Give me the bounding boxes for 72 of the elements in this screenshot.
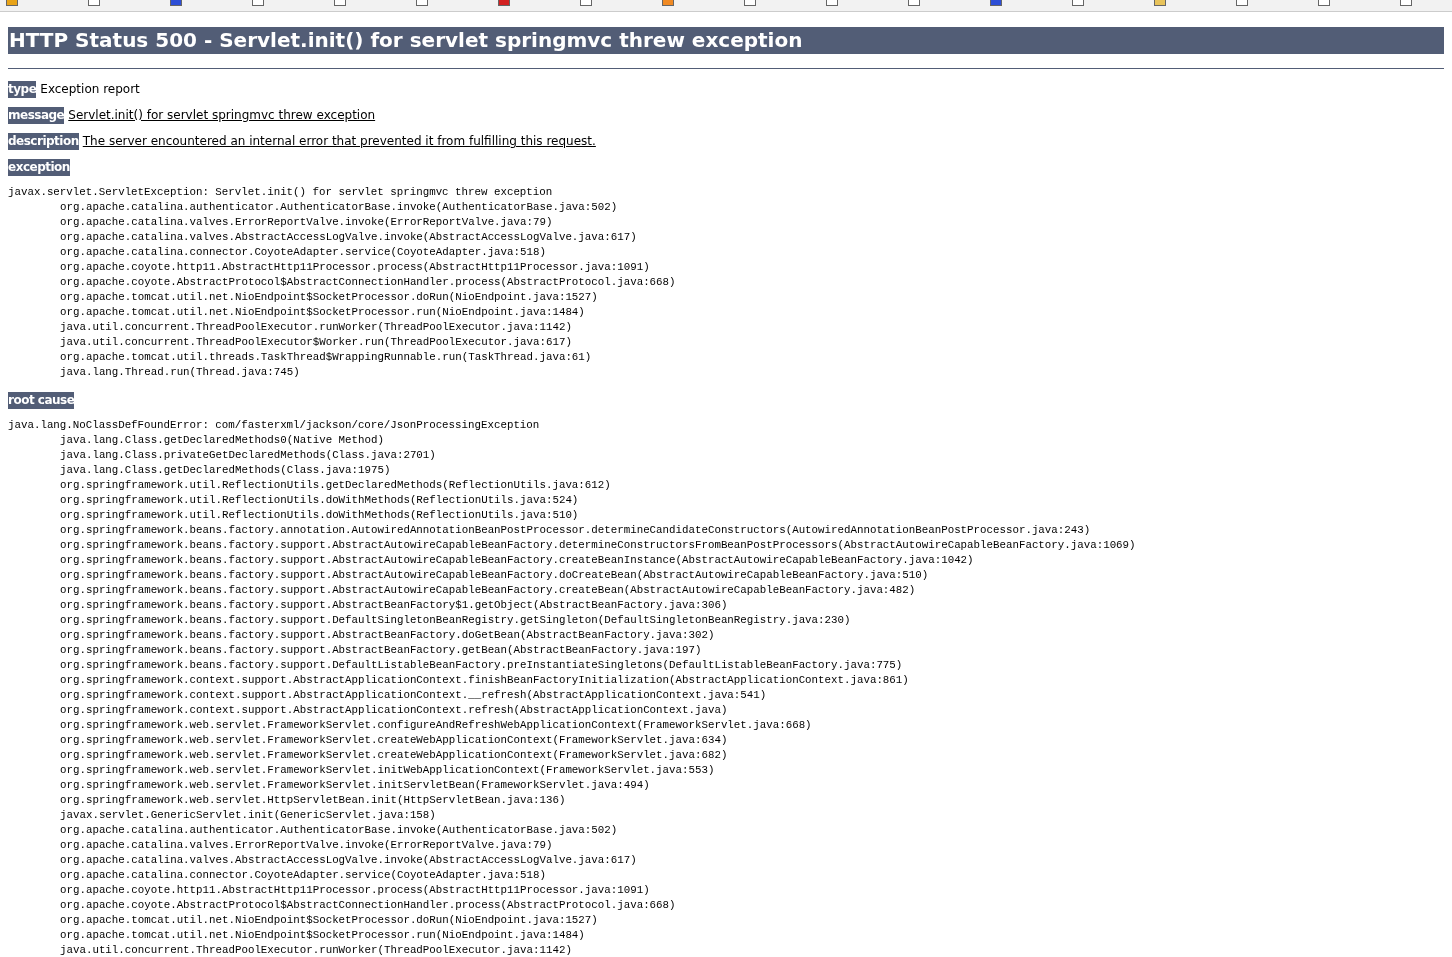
stack-trace-line: org.springframework.beans.factory.support.AbstractAutowireCapableBeanFactory.createBeanInstance(AbstractAutowireCapableBeanFactory.java:1042)	[59, 553, 975, 568]
stack-trace-line: org.apache.catalina.authenticator.AuthenticatorBase.invoke(AuthenticatorBase.java:502)	[59, 823, 619, 838]
field-value: Servlet.init() for servlet springmvc threw exception	[68, 107, 376, 124]
bookmark-icon[interactable]	[744, 0, 756, 6]
bookmark-icon[interactable]	[908, 0, 920, 6]
stack-trace-line: org.apache.tomcat.util.net.NioEndpoint$SocketProcessor.run(NioEndpoint.java:1484)	[59, 928, 586, 943]
bookmark-icon[interactable]	[88, 0, 100, 6]
stack-trace-line: org.apache.catalina.valves.ErrorReportValve.invoke(ErrorReportValve.java:79)	[59, 215, 554, 230]
stack-trace-line: org.springframework.context.support.AbstractApplicationContext.finishBeanFactoryInitialization(AbstractApplicationContext.java:861)	[59, 673, 910, 688]
field-value: The server encountered an internal error that prevented it from fulfilling this request.	[82, 133, 596, 150]
bookmark-icon[interactable]	[826, 0, 838, 6]
stack-trace-line: org.apache.catalina.connector.CoyoteAdapter.service(CoyoteAdapter.java:518)	[59, 868, 547, 883]
stack-trace-line: org.springframework.util.ReflectionUtils.doWithMethods(ReflectionUtils.java:510)	[59, 508, 580, 523]
bookmark-icon[interactable]	[1154, 0, 1166, 6]
field-value: Exception report	[40, 81, 140, 98]
stack-trace-line: org.springframework.beans.factory.support.AbstractBeanFactory$1.getObject(AbstractBeanFactory.java:306)	[59, 598, 729, 613]
stack-trace-line: org.springframework.beans.factory.support.AbstractAutowireCapableBeanFactory.doCreateBean(AbstractAutowireCapableBeanFactory.java:510)	[59, 568, 930, 583]
stack-trace-line: org.springframework.beans.factory.annotation.AutowiredAnnotationBeanPostProcessor.determineCandidateConstructors(AutowiredAnnotationBeanPostProcessor.java:243)	[59, 523, 1092, 538]
field-label: message	[8, 107, 65, 124]
stack-trace-line: org.apache.tomcat.util.threads.TaskThread$WrappingRunnable.run(TaskThread.java:61)	[59, 350, 593, 365]
stack-trace-line: org.springframework.web.servlet.FrameworkServlet.initServletBean(FrameworkServlet.java:494)	[59, 778, 651, 793]
stack-trace-line: java.lang.Class.getDeclaredMethods0(Native Method)	[59, 433, 385, 448]
stack-trace-line: javax.servlet.ServletException: Servlet.init() for servlet springmvc threw exception	[8, 185, 554, 200]
stack-trace-line: java.lang.Thread.run(Thread.java:745)	[59, 365, 301, 380]
stack-trace-line: org.apache.catalina.valves.AbstractAccessLogValve.invoke(AbstractAccessLogValve.java:617)	[59, 853, 638, 868]
stack-trace-line: org.apache.tomcat.util.net.NioEndpoint$SocketProcessor.doRun(NioEndpoint.java:1527)	[59, 290, 599, 305]
stack-trace-line: org.springframework.beans.factory.support.AbstractAutowireCapableBeanFactory.determineConstructorsFromBeanPostProcessors(AbstractAutowireCapableBeanFactory.java:1069)	[59, 538, 1137, 553]
stack-trace-line: org.springframework.web.servlet.FrameworkServlet.configureAndRefreshWebApplicationContext(FrameworkServlet.java:668)	[59, 718, 813, 733]
stack-trace-line: org.springframework.web.servlet.FrameworkServlet.createWebApplicationContext(FrameworkServlet.java:682)	[59, 748, 729, 763]
stack-trace-line: org.apache.catalina.valves.AbstractAccessLogValve.invoke(AbstractAccessLogValve.java:617)	[59, 230, 638, 245]
stack-trace-line: org.apache.coyote.AbstractProtocol$AbstractConnectionHandler.process(AbstractProtocol.java:668)	[59, 275, 677, 290]
stack-trace-line: org.springframework.beans.factory.support.AbstractAutowireCapableBeanFactory.createBean(AbstractAutowireCapableBeanFactory.java:482)	[59, 583, 917, 598]
stack-trace-line: org.springframework.web.servlet.FrameworkServlet.createWebApplicationContext(FrameworkServlet.java:634)	[59, 733, 729, 748]
stack-trace-line: org.apache.coyote.AbstractProtocol$AbstractConnectionHandler.process(AbstractProtocol.java:668)	[59, 898, 677, 913]
stack-trace-line: org.springframework.beans.factory.support.AbstractBeanFactory.getBean(AbstractBeanFactory.java:197)	[59, 643, 703, 658]
stack-trace-line: org.apache.tomcat.util.net.NioEndpoint$SocketProcessor.run(NioEndpoint.java:1484)	[59, 305, 586, 320]
stack-trace-line: org.springframework.context.support.AbstractApplicationContext.refresh(AbstractApplicationContext.java)	[59, 703, 729, 718]
bookmark-icon[interactable]	[1072, 0, 1084, 6]
stack-trace-line: org.apache.catalina.connector.CoyoteAdapter.service(CoyoteAdapter.java:518)	[59, 245, 547, 260]
stack-trace-line: org.springframework.web.servlet.HttpServletBean.init(HttpServletBean.java:136)	[59, 793, 567, 808]
stack-trace-line: javax.servlet.GenericServlet.init(GenericServlet.java:158)	[59, 808, 437, 823]
stack-trace-line: org.springframework.util.ReflectionUtils.getDeclaredMethods(ReflectionUtils.java:612)	[59, 478, 612, 493]
stack-trace-line: org.apache.coyote.http11.AbstractHttp11Processor.process(AbstractHttp11Processor.java:1091)	[59, 260, 651, 275]
field-label: type	[8, 81, 37, 98]
bookmark-icon[interactable]	[580, 0, 592, 6]
bookmark-icon[interactable]	[1400, 0, 1412, 6]
stack-trace-line: org.springframework.beans.factory.support.AbstractBeanFactory.doGetBean(AbstractBeanFactory.java:302)	[59, 628, 716, 643]
stack-trace-line: org.apache.catalina.authenticator.AuthenticatorBase.invoke(AuthenticatorBase.java:502)	[59, 200, 619, 215]
stack-trace-line: org.apache.catalina.valves.ErrorReportValve.invoke(ErrorReportValve.java:79)	[59, 838, 554, 853]
stack-trace-line: java.lang.NoClassDefFoundError: com/fasterxml/jackson/core/JsonProcessingException	[8, 418, 541, 433]
stack-trace-line: org.springframework.beans.factory.support.DefaultListableBeanFactory.preInstantiateSingletons(DefaultListableBeanFactory.java:775)	[59, 658, 904, 673]
stack-trace-line: org.apache.tomcat.util.net.NioEndpoint$SocketProcessor.doRun(NioEndpoint.java:1527)	[59, 913, 599, 928]
stack-trace-line: java.util.concurrent.ThreadPoolExecutor.runWorker(ThreadPoolExecutor.java:1142)	[59, 943, 573, 957]
bookmark-icon[interactable]	[6, 0, 18, 6]
bookmark-icon[interactable]	[1318, 0, 1330, 6]
bookmark-icon[interactable]	[334, 0, 346, 6]
stack-trace-line: java.util.concurrent.ThreadPoolExecutor.runWorker(ThreadPoolExecutor.java:1142)	[59, 320, 573, 335]
stack-trace-line: java.lang.Class.getDeclaredMethods(Class.java:1975)	[59, 463, 392, 478]
stack-trace-line: org.springframework.beans.factory.support.DefaultSingletonBeanRegistry.getSingleton(DefaultSingletonBeanRegistry.java:230)	[59, 613, 852, 628]
stack-trace-line: org.springframework.context.support.AbstractApplicationContext.__refresh(AbstractApplicationContext.java:541)	[59, 688, 768, 703]
section-label: exception	[8, 159, 70, 176]
section-label: root cause	[8, 392, 75, 409]
stack-trace-line: java.lang.Class.privateGetDeclaredMethods(Class.java:2701)	[59, 448, 437, 463]
bookmark-icon[interactable]	[416, 0, 428, 6]
stack-trace-line: org.apache.coyote.http11.AbstractHttp11Processor.process(AbstractHttp11Processor.java:1091)	[59, 883, 651, 898]
stack-trace-line: org.springframework.util.ReflectionUtils.doWithMethods(ReflectionUtils.java:524)	[59, 493, 580, 508]
field-label: description	[8, 133, 79, 150]
bookmark-icon[interactable]	[252, 0, 264, 6]
bookmark-icon[interactable]	[1236, 0, 1248, 6]
stack-trace-line: java.util.concurrent.ThreadPoolExecutor$Worker.run(ThreadPoolExecutor.java:617)	[59, 335, 573, 350]
stack-trace-line: org.springframework.web.servlet.FrameworkServlet.initWebApplicationContext(FrameworkServlet.java:553)	[59, 763, 716, 778]
page-title: HTTP Status 500 - Servlet.init() for servlet springmvc threw exception	[8, 27, 1444, 54]
